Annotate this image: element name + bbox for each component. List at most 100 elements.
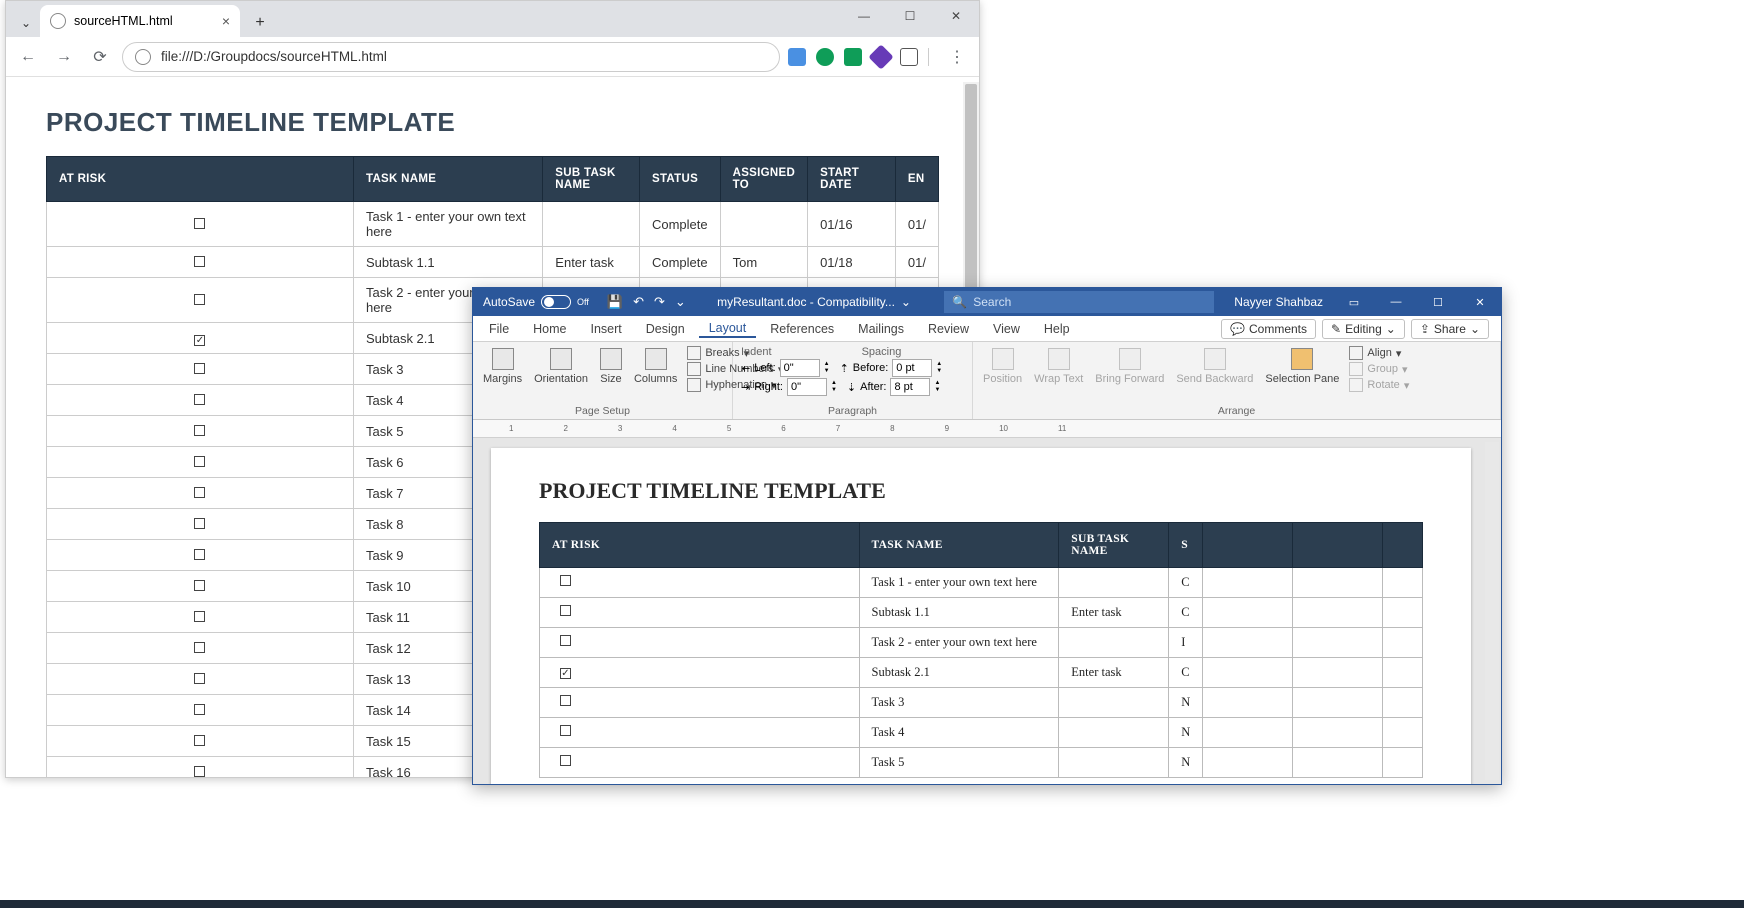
task-cell[interactable]: Subtask 2.1: [859, 658, 1059, 688]
tab-layout[interactable]: Layout: [699, 319, 757, 338]
ribbon-display-button[interactable]: ▭: [1333, 288, 1375, 316]
task-cell[interactable]: Task 3: [859, 688, 1059, 718]
checkbox-icon[interactable]: [194, 425, 205, 436]
checkbox-cell[interactable]: [47, 247, 354, 278]
checkbox-cell[interactable]: [47, 726, 354, 757]
checkbox-icon[interactable]: [194, 256, 205, 267]
checkbox-cell[interactable]: [47, 602, 354, 633]
checkbox-icon[interactable]: [194, 611, 205, 622]
tab-insert[interactable]: Insert: [581, 320, 632, 338]
checkbox-icon[interactable]: [560, 605, 571, 616]
browser-tab[interactable]: sourceHTML.html ×: [40, 5, 240, 37]
extension-icon[interactable]: [844, 48, 862, 66]
close-button[interactable]: ✕: [1459, 288, 1501, 316]
extensions-menu-icon[interactable]: [900, 48, 918, 66]
status-cell[interactable]: C: [1169, 658, 1203, 688]
browser-menu-button[interactable]: ⋮: [943, 43, 971, 71]
share-button[interactable]: ⇪ Share ⌄: [1411, 319, 1489, 339]
minimize-button[interactable]: —: [841, 1, 887, 31]
checkbox-cell[interactable]: [47, 633, 354, 664]
checkbox-icon[interactable]: [194, 549, 205, 560]
indent-left-input[interactable]: ⇤Left:▲▼: [741, 359, 830, 377]
cell[interactable]: [1203, 688, 1293, 718]
extension-icon[interactable]: [788, 48, 806, 66]
checkbox-icon[interactable]: [560, 635, 571, 646]
checkbox-icon[interactable]: [194, 394, 205, 405]
checkbox-cell[interactable]: [47, 202, 354, 247]
cell[interactable]: [1382, 598, 1422, 628]
tab-mailings[interactable]: Mailings: [848, 320, 914, 338]
checkbox-cell[interactable]: [47, 571, 354, 602]
checkbox-cell[interactable]: [47, 278, 354, 323]
cell[interactable]: [1203, 598, 1293, 628]
save-icon[interactable]: 💾: [607, 294, 623, 310]
table-row[interactable]: Task 5 N: [540, 748, 1423, 778]
checkbox-cell[interactable]: [540, 748, 860, 778]
new-tab-button[interactable]: +: [246, 9, 274, 37]
tab-review[interactable]: Review: [918, 320, 979, 338]
extension-icon[interactable]: [868, 44, 893, 69]
table-row[interactable]: Subtask 1.1 Enter task C: [540, 598, 1423, 628]
checkbox-cell[interactable]: [47, 385, 354, 416]
checkbox-icon[interactable]: [194, 704, 205, 715]
checkbox-cell[interactable]: [540, 628, 860, 658]
close-tab-icon[interactable]: ×: [222, 13, 230, 29]
tab-search-dropdown[interactable]: ⌄: [14, 9, 38, 37]
cell[interactable]: [1293, 628, 1383, 658]
account-name[interactable]: Nayyer Shahbaz: [1224, 295, 1333, 309]
tab-file[interactable]: File: [479, 320, 519, 338]
checkbox-cell[interactable]: [540, 718, 860, 748]
checkbox-icon[interactable]: [194, 487, 205, 498]
subtask-cell[interactable]: [1059, 748, 1169, 778]
chevron-down-icon[interactable]: ⌄: [901, 295, 911, 309]
cell[interactable]: [1203, 658, 1293, 688]
checkbox-icon[interactable]: [560, 755, 571, 766]
table-row[interactable]: Task 4 N: [540, 718, 1423, 748]
checkbox-cell[interactable]: [47, 757, 354, 778]
checkbox-cell[interactable]: [47, 354, 354, 385]
checkbox-icon[interactable]: [194, 766, 205, 777]
cell[interactable]: [1382, 718, 1422, 748]
tab-home[interactable]: Home: [523, 320, 576, 338]
cell[interactable]: [1203, 628, 1293, 658]
cell[interactable]: [1382, 748, 1422, 778]
cell[interactable]: [1293, 748, 1383, 778]
margins-button[interactable]: Margins: [481, 346, 524, 387]
checkbox-cell[interactable]: [540, 658, 860, 688]
align-button[interactable]: Align ▾: [1349, 346, 1409, 360]
task-cell[interactable]: Task 1 - enter your own text here: [859, 568, 1059, 598]
subtask-cell[interactable]: [1059, 628, 1169, 658]
checkbox-icon[interactable]: [560, 695, 571, 706]
status-cell[interactable]: N: [1169, 688, 1203, 718]
maximize-button[interactable]: ☐: [887, 1, 933, 31]
spacing-after-input[interactable]: ⇣After:▲▼: [847, 378, 940, 396]
task-cell[interactable]: Subtask 1.1: [859, 598, 1059, 628]
table-row[interactable]: Task 1 - enter your own text here C: [540, 568, 1423, 598]
tab-references[interactable]: References: [760, 320, 844, 338]
horizontal-ruler[interactable]: 1234567891011: [473, 420, 1501, 438]
checkbox-icon[interactable]: [194, 673, 205, 684]
subtask-cell[interactable]: [1059, 568, 1169, 598]
checkbox-icon[interactable]: [194, 642, 205, 653]
checkbox-icon[interactable]: [560, 725, 571, 736]
checkbox-icon[interactable]: [194, 456, 205, 467]
table-row[interactable]: Task 3 N: [540, 688, 1423, 718]
editing-button[interactable]: ✎ Editing ⌄: [1322, 319, 1405, 339]
autosave-control[interactable]: AutoSave Off: [473, 295, 599, 309]
checkbox-cell[interactable]: [47, 664, 354, 695]
checkbox-icon[interactable]: [194, 218, 205, 229]
checkbox-cell[interactable]: [47, 416, 354, 447]
cell[interactable]: [1293, 598, 1383, 628]
checkbox-cell[interactable]: [47, 540, 354, 571]
cell[interactable]: [1382, 568, 1422, 598]
reload-button[interactable]: ⟳: [86, 43, 114, 71]
cell[interactable]: [1382, 688, 1422, 718]
checkbox-cell[interactable]: [47, 478, 354, 509]
checkbox-icon[interactable]: [560, 575, 571, 586]
search-box[interactable]: 🔍 Search: [944, 291, 1214, 313]
task-cell[interactable]: Task 5: [859, 748, 1059, 778]
autosave-toggle[interactable]: [541, 295, 571, 309]
checkbox-cell[interactable]: [540, 568, 860, 598]
site-info-icon[interactable]: [135, 49, 151, 65]
document-area[interactable]: PROJECT TIMELINE TEMPLATE AT RISKTASK NA…: [473, 438, 1501, 784]
